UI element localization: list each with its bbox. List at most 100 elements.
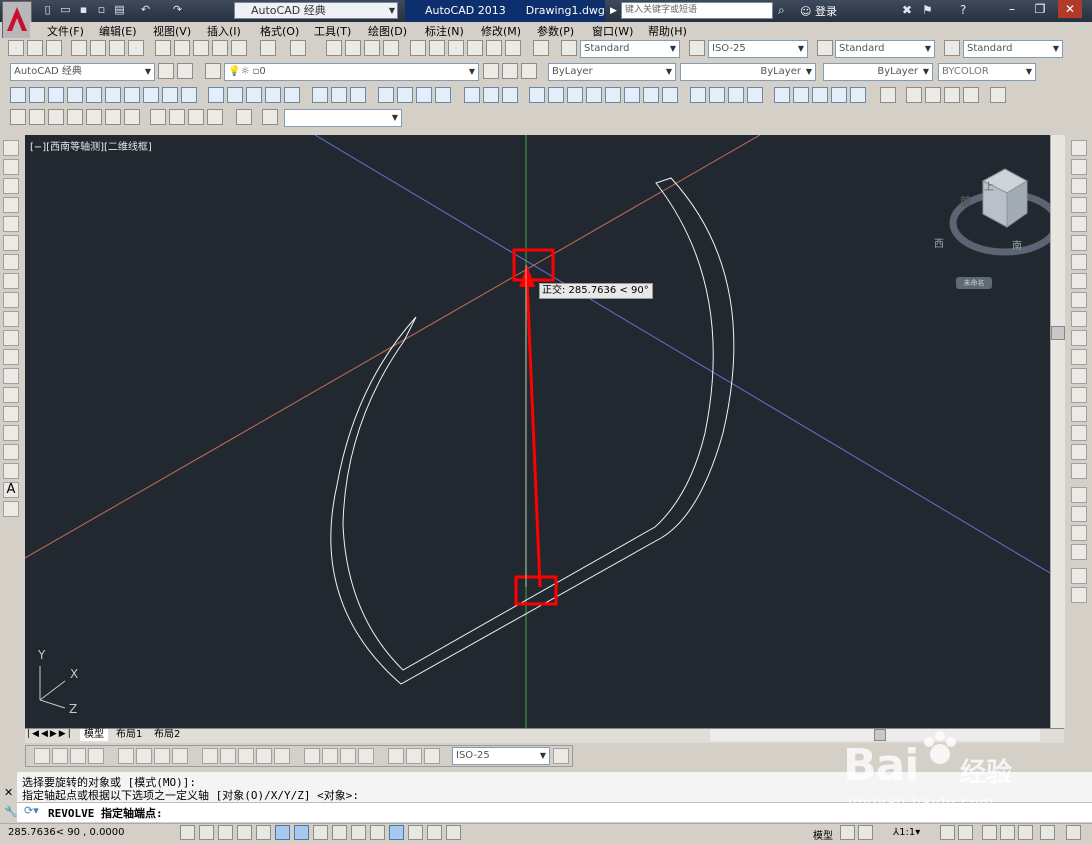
inspection-icon[interactable] [340,748,356,764]
dim-style-icon[interactable] [689,40,705,56]
ortho-mode-icon[interactable] [237,825,252,840]
union-2-icon[interactable] [464,87,480,103]
help-icon[interactable]: ? [960,3,966,17]
table-style-select[interactable]: Standard ▼ [835,40,935,58]
dim-break-icon[interactable] [274,748,290,764]
new-file-icon[interactable]: ▯ [40,3,55,17]
toolbar-lock-icon[interactable] [1000,825,1015,840]
model-space-button[interactable]: 模型 [813,827,833,842]
zoom-realtime-icon[interactable] [345,40,361,56]
quick-view-layouts-icon[interactable] [840,825,855,840]
visual-style-2d-icon[interactable] [880,87,896,103]
match-properties-icon[interactable] [212,40,228,56]
se-iso-icon[interactable] [169,109,185,125]
compass-west[interactable]: 西 [934,235,944,250]
dim-edit-icon[interactable] [388,748,404,764]
union-icon[interactable] [312,87,328,103]
workspace-combo[interactable]: AutoCAD 经典 ▼ [10,63,155,81]
tab-model[interactable]: 模型 [80,729,108,741]
copy-faces-icon[interactable] [643,87,659,103]
sweep-icon[interactable] [246,87,262,103]
delete-faces-icon[interactable] [586,87,602,103]
linear-dim-icon[interactable] [34,748,50,764]
line-icon[interactable] [3,140,19,156]
copy-edges-icon[interactable] [690,87,706,103]
copy-icon[interactable] [174,40,190,56]
coordinate-readout[interactable]: 285.7636< 90 , 0.0000 [8,827,125,838]
tolerance-icon[interactable] [304,748,320,764]
rectangle-icon[interactable] [3,216,19,232]
imprint-icon[interactable] [728,87,744,103]
cut-icon[interactable] [155,40,171,56]
presspull-icon[interactable] [227,87,243,103]
rotate-icon[interactable] [1071,254,1087,270]
menu-modify[interactable]: 修改(M) [481,23,521,39]
close-button[interactable]: ✕ [1058,0,1082,18]
minimize-button[interactable]: – [1000,0,1024,18]
table-icon[interactable] [3,463,19,479]
close-icon[interactable]: ✕ [4,786,13,799]
open-icon[interactable] [27,40,43,56]
lineweight-icon[interactable] [370,825,385,840]
exchange-icon[interactable]: ✖ [902,3,912,17]
tab-nav-arrows[interactable]: |◀◀▶▶| [27,729,73,739]
annotation-scale[interactable]: ⅄1:1▾ [893,827,920,838]
menu-tools[interactable]: 工具(T) [314,23,351,39]
arc-length-icon[interactable] [70,748,86,764]
layer-state-icon[interactable] [521,63,537,79]
hatch-back-icon[interactable] [1071,587,1087,603]
menu-file[interactable]: 文件(F) [47,23,84,39]
viewcube-face-front[interactable]: 前 [960,193,971,209]
viewcube-face-top[interactable]: 上 [984,178,994,193]
gradient-icon[interactable] [3,425,19,441]
polyline-icon[interactable] [3,178,19,194]
search-input[interactable]: 键入关键字或短语 [621,2,773,19]
trim-icon[interactable] [1071,311,1087,327]
multileader-style-select[interactable]: Standard ▼ [963,40,1063,58]
dim-space-icon[interactable] [256,748,272,764]
object-snap-icon[interactable] [275,825,290,840]
visual-style-manager-icon[interactable] [990,87,1006,103]
menu-help[interactable]: 帮助(H) [648,23,687,39]
workspace-settings-icon[interactable] [158,63,174,79]
vertical-scroll-thumb[interactable] [1051,326,1065,340]
publish-icon[interactable] [109,40,125,56]
pyramid-icon[interactable] [143,87,159,103]
menu-draw[interactable]: 绘图(D) [368,23,407,39]
ellipse-arc-icon[interactable] [3,330,19,346]
draw-order-icon[interactable] [1071,487,1087,503]
bring-front-icon[interactable] [1071,506,1087,522]
angular-dim-icon[interactable] [172,748,188,764]
make-current-icon[interactable] [483,63,499,79]
construction-line-icon[interactable] [3,159,19,175]
offset-icon[interactable] [1071,197,1087,213]
pan-icon[interactable] [326,40,342,56]
erase-icon[interactable] [1071,140,1087,156]
grid-display-icon[interactable] [218,825,233,840]
dim-toolbar-style-select[interactable]: ISO-25 ▼ [452,747,550,765]
intersect-icon[interactable] [350,87,366,103]
undo-icon[interactable]: ↶ [138,3,153,17]
layer-properties-icon[interactable] [205,63,221,79]
check-icon[interactable] [831,87,847,103]
extrude-icon[interactable] [208,87,224,103]
paste-icon[interactable] [193,40,209,56]
hardware-acceleration-icon[interactable] [1018,825,1033,840]
menu-parametric[interactable]: 参数(P) [537,23,574,39]
wireframe-icon[interactable] [925,87,941,103]
break-icon[interactable] [1071,368,1087,384]
baseline-icon[interactable] [220,748,236,764]
3d-osnap-icon[interactable] [294,825,309,840]
revcloud-icon[interactable] [3,273,19,289]
menu-insert[interactable]: 插入(I) [207,23,241,39]
compass-south[interactable]: 南 [1012,237,1022,252]
circle-icon[interactable] [3,254,19,270]
restore-button[interactable]: ❐ [1028,0,1052,18]
menu-format[interactable]: 格式(O) [260,23,299,39]
point-icon[interactable] [3,387,19,403]
subtract-icon[interactable] [331,87,347,103]
drawing-canvas[interactable] [24,134,1061,728]
linetype-select[interactable]: ByLayer ▼ [680,63,816,81]
taper-faces-icon[interactable] [624,87,640,103]
named-views-icon[interactable] [10,109,26,125]
